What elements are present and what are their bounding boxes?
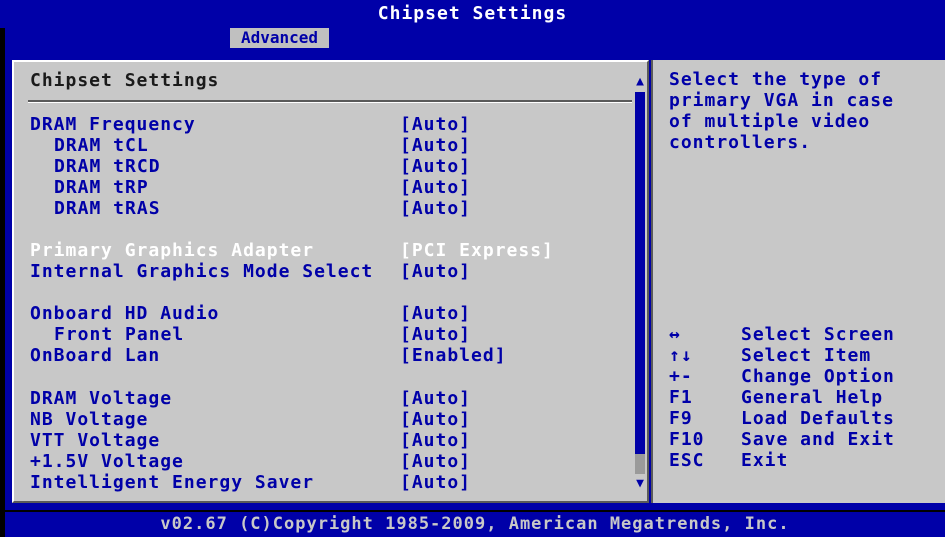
- setting-1-5v-voltage[interactable]: +1.5V Voltage [Auto]: [30, 451, 630, 472]
- scroll-track[interactable]: [635, 92, 645, 474]
- setting-label: DRAM Frequency: [30, 114, 196, 135]
- setting-label: OnBoard Lan: [30, 345, 161, 366]
- tab-bar: Advanced: [5, 28, 945, 48]
- setting-label: Onboard HD Audio: [30, 303, 220, 324]
- setting-onboard-lan[interactable]: OnBoard Lan [Enabled]: [30, 345, 630, 366]
- key-hint-label: Exit: [741, 450, 789, 471]
- window-title: Chipset Settings: [0, 0, 945, 28]
- scrollbar[interactable]: ▲ ▼: [633, 74, 647, 492]
- plus-minus-icon: +-: [669, 366, 693, 387]
- setting-dram-tcl[interactable]: DRAM tCL [Auto]: [30, 135, 630, 156]
- setting-label: DRAM tRCD: [54, 156, 161, 177]
- setting-value[interactable]: [Auto]: [400, 303, 471, 324]
- setting-value[interactable]: [Auto]: [400, 451, 471, 472]
- key-hint-change-option: +- Change Option: [669, 366, 939, 387]
- setting-nb-voltage[interactable]: NB Voltage [Auto]: [30, 409, 630, 430]
- left-right-arrow-icon: ↔: [669, 324, 681, 345]
- key-hint-select-screen: ↔ Select Screen: [669, 324, 939, 345]
- key-hint-exit: ESC Exit: [669, 450, 939, 471]
- help-description: Select the type of primary VGA in case o…: [669, 69, 894, 153]
- setting-value[interactable]: [Auto]: [400, 430, 471, 451]
- key-hint-general-help: F1 General Help: [669, 387, 939, 408]
- setting-internal-graphics-mode-select[interactable]: Internal Graphics Mode Select [Auto]: [30, 261, 630, 282]
- up-down-arrow-icon: ↑↓: [669, 345, 693, 366]
- key-hint-label: Load Defaults: [741, 408, 895, 429]
- setting-value[interactable]: [PCI Express]: [400, 240, 554, 261]
- setting-label: VTT Voltage: [30, 430, 161, 451]
- help-panel: Select the type of primary VGA in case o…: [651, 60, 945, 503]
- key-name: F10: [669, 429, 705, 450]
- setting-dram-tras[interactable]: DRAM tRAS [Auto]: [30, 198, 630, 219]
- key-hint-label: Select Screen: [741, 324, 895, 345]
- setting-front-panel[interactable]: Front Panel [Auto]: [30, 324, 630, 345]
- setting-dram-trp[interactable]: DRAM tRP [Auto]: [30, 177, 630, 198]
- scroll-up-icon[interactable]: ▲: [633, 74, 647, 90]
- setting-onboard-hd-audio[interactable]: Onboard HD Audio [Auto]: [30, 303, 630, 324]
- scroll-down-icon[interactable]: ▼: [633, 476, 647, 492]
- setting-value[interactable]: [Auto]: [400, 177, 471, 198]
- key-hint-label: General Help: [741, 387, 884, 408]
- scroll-thumb[interactable]: [635, 454, 645, 474]
- setting-label: Internal Graphics Mode Select: [30, 261, 374, 282]
- setting-value[interactable]: [Auto]: [400, 261, 471, 282]
- setting-vtt-voltage[interactable]: VTT Voltage [Auto]: [30, 430, 630, 451]
- setting-value[interactable]: [Auto]: [400, 472, 471, 493]
- setting-label: Front Panel: [54, 324, 185, 345]
- panel-title: Chipset Settings: [30, 70, 220, 91]
- setting-value[interactable]: [Auto]: [400, 388, 471, 409]
- key-name: F1: [669, 387, 693, 408]
- setting-primary-graphics-adapter[interactable]: Primary Graphics Adapter [PCI Express]: [30, 240, 630, 261]
- setting-value[interactable]: [Enabled]: [400, 345, 507, 366]
- setting-value[interactable]: [Auto]: [400, 324, 471, 345]
- setting-value[interactable]: [Auto]: [400, 135, 471, 156]
- setting-dram-frequency[interactable]: DRAM Frequency [Auto]: [30, 114, 630, 135]
- settings-panel: Chipset Settings DRAM Frequency [Auto] D…: [12, 60, 649, 503]
- setting-dram-trcd[interactable]: DRAM tRCD [Auto]: [30, 156, 630, 177]
- setting-value[interactable]: [Auto]: [400, 156, 471, 177]
- setting-label: Primary Graphics Adapter: [30, 240, 315, 261]
- tab-advanced[interactable]: Advanced: [230, 28, 329, 48]
- key-hint-label: Save and Exit: [741, 429, 895, 450]
- key-hint-label: Select Item: [741, 345, 872, 366]
- key-hint-select-item: ↑↓ Select Item: [669, 345, 939, 366]
- title-divider: [28, 100, 632, 103]
- setting-value[interactable]: [Auto]: [400, 198, 471, 219]
- key-hint-save-and-exit: F10 Save and Exit: [669, 429, 939, 450]
- copyright-footer: v02.67 (C)Copyright 1985-2009, American …: [5, 512, 945, 537]
- key-name: ESC: [669, 450, 705, 471]
- setting-value[interactable]: [Auto]: [400, 114, 471, 135]
- setting-label: DRAM tRAS: [54, 198, 161, 219]
- setting-label: DRAM tCL: [54, 135, 149, 156]
- key-hint-label: Change Option: [741, 366, 895, 387]
- setting-label: DRAM tRP: [54, 177, 149, 198]
- setting-label: +1.5V Voltage: [30, 451, 184, 472]
- setting-label: DRAM Voltage: [30, 388, 173, 409]
- key-name: F9: [669, 408, 693, 429]
- setting-dram-voltage[interactable]: DRAM Voltage [Auto]: [30, 388, 630, 409]
- setting-label: NB Voltage: [30, 409, 149, 430]
- key-hint-load-defaults: F9 Load Defaults: [669, 408, 939, 429]
- setting-intelligent-energy-saver[interactable]: Intelligent Energy Saver [Auto]: [30, 472, 630, 493]
- setting-value[interactable]: [Auto]: [400, 409, 471, 430]
- setting-label: Intelligent Energy Saver: [30, 472, 315, 493]
